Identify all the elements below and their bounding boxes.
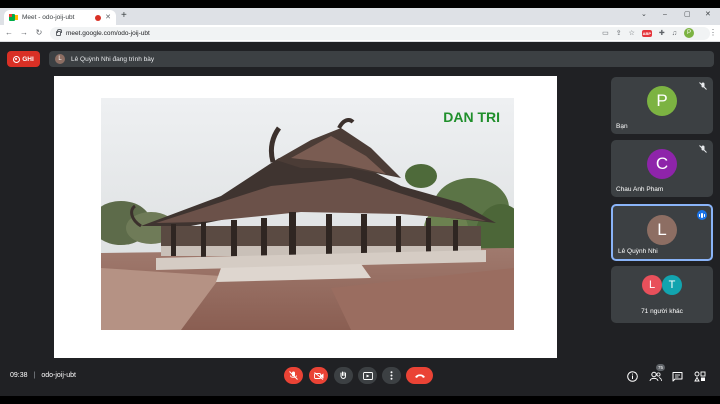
speaking-indicator-icon bbox=[697, 210, 707, 220]
screen-frame: Meet - odo-joij-ubt ✕ + ⌄ – ▢ ✕ ← → ↻ me… bbox=[0, 0, 720, 404]
more-vert-icon bbox=[390, 371, 393, 380]
hand-icon bbox=[340, 371, 346, 379]
shared-screen: DAN TRI bbox=[54, 76, 557, 358]
tab-search-icon[interactable]: ⌄ bbox=[641, 11, 647, 18]
camera-off-icon bbox=[313, 371, 323, 380]
adblock-icon[interactable]: ABP bbox=[641, 29, 652, 37]
meeting-details: 09:38 | odo-joij-ubt bbox=[10, 372, 76, 379]
participant-avatar: C bbox=[647, 149, 677, 179]
meeting-code: odo-joij-ubt bbox=[41, 372, 76, 379]
temple-photo: DAN TRI bbox=[101, 98, 514, 330]
presenting-banner: L Lê Quỳnh Nhi đang trình bày bbox=[49, 51, 714, 67]
share-icon[interactable]: ⇪ bbox=[616, 30, 622, 37]
media-icon[interactable]: ♫ bbox=[672, 30, 677, 37]
people-icon[interactable] bbox=[649, 371, 662, 382]
meeting-time: 09:38 bbox=[10, 372, 28, 379]
other-participant-avatar: T bbox=[662, 275, 682, 295]
mic-toggle-button[interactable] bbox=[284, 367, 303, 384]
hang-up-icon bbox=[414, 373, 425, 378]
close-window-button[interactable]: ✕ bbox=[705, 11, 711, 18]
camera-icon[interactable]: ▭ bbox=[602, 30, 609, 37]
watermark-text: DAN TRI bbox=[443, 109, 500, 125]
browser-toolbar: ← → ↻ meet.google.com/odo-joij-ubt ▭ ⇪ ☆… bbox=[0, 25, 720, 42]
mic-off-icon bbox=[289, 371, 298, 380]
raise-hand-button[interactable] bbox=[334, 367, 353, 384]
browser-menu-icon[interactable]: ⋮ bbox=[709, 29, 717, 37]
participant-name: Lê Quỳnh Nhi bbox=[618, 248, 658, 255]
meet-logo-icon bbox=[9, 14, 18, 21]
browser-tab[interactable]: Meet - odo-joij-ubt ✕ bbox=[4, 10, 116, 25]
participant-avatar: L bbox=[647, 215, 677, 245]
url-text: meet.google.com/odo-joij-ubt bbox=[66, 30, 150, 37]
more-options-button[interactable] bbox=[382, 367, 401, 384]
mic-muted-icon bbox=[699, 82, 707, 90]
participant-name: Bạn bbox=[616, 123, 628, 130]
participant-tile-le-quynh-nhi[interactable]: L Lê Quỳnh Nhi bbox=[611, 204, 713, 261]
bookmark-star-icon[interactable]: ☆ bbox=[629, 30, 635, 37]
minimize-button[interactable]: – bbox=[663, 11, 667, 18]
recording-label: GHI bbox=[22, 55, 34, 63]
participant-name: Chau Anh Pham bbox=[616, 186, 664, 193]
extension-icon[interactable]: ✚ bbox=[659, 30, 665, 37]
others-count-label: 71 người khác bbox=[641, 308, 683, 315]
reload-icon[interactable]: ↻ bbox=[33, 29, 45, 37]
participant-tile-chau-anh-pham[interactable]: C Chau Anh Pham bbox=[611, 140, 713, 197]
forward-arrow-icon[interactable]: → bbox=[18, 29, 30, 37]
tab-strip: Meet - odo-joij-ubt ✕ + ⌄ – ▢ ✕ bbox=[0, 8, 720, 25]
chat-icon[interactable] bbox=[672, 371, 683, 382]
tab-title: Meet - odo-joij-ubt bbox=[22, 14, 75, 21]
participant-tile-you[interactable]: P Bạn bbox=[611, 77, 713, 134]
recording-indicator-icon bbox=[95, 14, 102, 21]
back-arrow-icon[interactable]: ← bbox=[3, 29, 15, 37]
meeting-info-icon[interactable] bbox=[627, 371, 638, 382]
record-icon bbox=[13, 55, 21, 63]
leave-call-button[interactable] bbox=[406, 367, 433, 384]
maximize-button[interactable]: ▢ bbox=[684, 11, 691, 18]
other-participant-avatar: L bbox=[642, 275, 662, 295]
participant-avatar: P bbox=[647, 86, 677, 116]
activities-icon[interactable] bbox=[694, 371, 706, 382]
mic-muted-icon bbox=[699, 145, 707, 153]
others-tile[interactable]: L T 71 người khác bbox=[611, 266, 713, 323]
recording-badge[interactable]: GHI bbox=[7, 51, 40, 67]
camera-toggle-button[interactable] bbox=[309, 367, 328, 384]
presenting-text: Lê Quỳnh Nhi đang trình bày bbox=[71, 55, 155, 63]
present-screen-icon bbox=[362, 371, 373, 380]
tab-close-icon[interactable]: ✕ bbox=[105, 14, 111, 21]
address-bar[interactable]: meet.google.com/odo-joij-ubt ▭ ⇪ ☆ ABP ✚… bbox=[50, 27, 710, 40]
present-now-button[interactable] bbox=[358, 367, 377, 384]
participant-count-badge: 75 bbox=[656, 364, 665, 371]
presenter-avatar: L bbox=[55, 54, 65, 64]
separator: | bbox=[33, 372, 36, 379]
lock-icon bbox=[56, 29, 62, 36]
new-tab-button[interactable]: + bbox=[121, 11, 127, 21]
extension-icons: ▭ ⇪ ☆ ABP ✚ ♫ P bbox=[602, 28, 694, 38]
profile-avatar[interactable]: P bbox=[684, 28, 694, 38]
browser-window: Meet - odo-joij-ubt ✕ + ⌄ – ▢ ✕ ← → ↻ me… bbox=[0, 8, 720, 396]
